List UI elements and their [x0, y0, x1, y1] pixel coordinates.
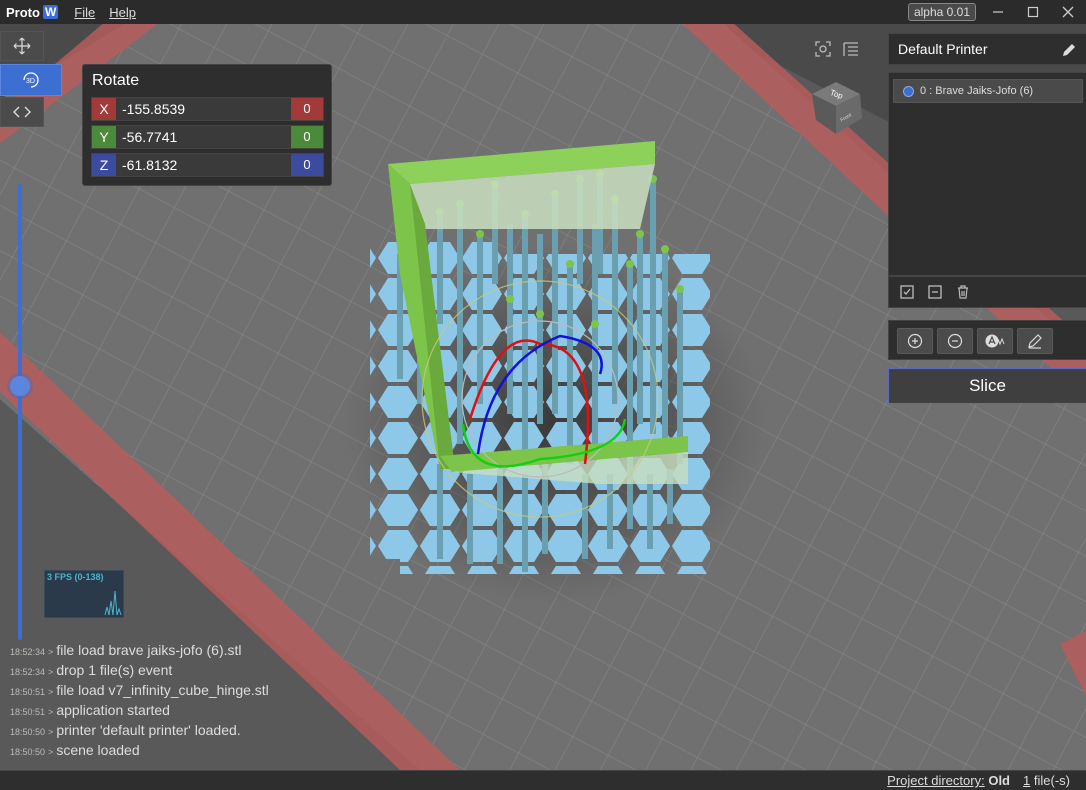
rotate-3d-icon: 3D: [23, 72, 39, 88]
close-button[interactable]: [1050, 0, 1086, 24]
edit-object-button[interactable]: [1017, 328, 1053, 354]
close-icon: [1062, 6, 1074, 18]
log-entry: 18:52:34 > file load brave jaiks-jofo (6).…: [10, 642, 242, 658]
log-entry: 18:50:50 > printer 'default printer' loade…: [10, 722, 241, 738]
check-square-icon[interactable]: [899, 284, 915, 300]
project-dir-value: Old: [988, 773, 1010, 788]
trash-icon[interactable]: [955, 284, 971, 300]
rotate-x-row: X -155.8539 0: [91, 97, 324, 121]
object-list: 0 : Brave Jaiks-Jofo (6): [888, 72, 1086, 276]
log-entry: 18:50:51 > application started: [10, 702, 170, 718]
auto-arrange-icon: [985, 334, 1005, 348]
title-bar: Proto W File Help alpha 0.01: [0, 0, 1086, 24]
menu-file[interactable]: File: [74, 5, 95, 20]
fps-graph: [104, 590, 122, 616]
slice-button[interactable]: Slice: [888, 368, 1086, 404]
rotate-tool-button[interactable]: 3D: [0, 64, 62, 96]
zoom-in-icon: [907, 333, 923, 349]
object-select-radio[interactable]: [903, 86, 914, 97]
focus-button[interactable]: [814, 40, 832, 58]
project-directory[interactable]: Project directory: Old: [887, 773, 1010, 788]
svg-text:3D: 3D: [26, 78, 35, 85]
log-entry: 18:50:50 > scene loaded: [10, 742, 140, 758]
rotate-panel: Rotate X -155.8539 0 Y -56.7741 0 Z -61.…: [82, 64, 332, 186]
axis-y-input[interactable]: -56.7741: [122, 126, 177, 148]
app-window: Proto W File Help alpha 0.01 3D Rotate X…: [0, 0, 1086, 790]
event-log: 18:52:34 > file load brave jaiks-jofo (6).…: [10, 642, 310, 762]
rotate-z-row: Z -61.8132 0: [91, 153, 324, 177]
object-actions: [888, 320, 1086, 360]
code-icon: [13, 106, 31, 118]
object-label: 0 : Brave Jaiks-Jofo (6): [920, 85, 1034, 97]
axis-x-reset-button[interactable]: 0: [291, 98, 323, 120]
axis-z-input[interactable]: -61.8132: [122, 154, 177, 176]
status-bar: Project directory: Old 1 file(-s): [0, 770, 1086, 790]
layer-slider-thumb[interactable]: [10, 376, 30, 396]
move-tool-button[interactable]: [0, 31, 44, 61]
rotate-title: Rotate: [92, 72, 140, 89]
project-dir-label: Project directory:: [887, 773, 985, 788]
object-list-item[interactable]: 0 : Brave Jaiks-Jofo (6): [893, 79, 1083, 103]
file-count: 1 file(-s): [1023, 773, 1070, 788]
list-view-button[interactable]: [842, 40, 860, 58]
log-entry: 18:50:51 > file load v7_infinity_cube_hing…: [10, 682, 269, 698]
pencil-icon: [1028, 334, 1042, 349]
zoom-out-button[interactable]: [937, 328, 973, 354]
version-badge: alpha 0.01: [907, 3, 976, 21]
code-tool-button[interactable]: [0, 97, 44, 127]
file-count-value: 1: [1023, 773, 1031, 788]
layer-slider-track[interactable]: [18, 184, 22, 640]
focus-icon: [815, 41, 831, 57]
axis-x-label: X: [92, 98, 116, 120]
app-logo: Proto W: [0, 4, 59, 20]
fps-monitor: 3 FPS (0-138): [44, 570, 124, 618]
minus-square-icon[interactable]: [927, 284, 943, 300]
minimize-icon: [993, 11, 1003, 13]
axis-z-label: Z: [92, 154, 116, 176]
printer-name: Default Printer: [898, 41, 988, 57]
maximize-button[interactable]: [1015, 0, 1051, 24]
printer-header: Default Printer: [888, 33, 1086, 65]
axis-z-reset-button[interactable]: 0: [291, 154, 323, 176]
move-icon: [13, 37, 31, 55]
object-list-tools: [888, 276, 1086, 308]
list-icon: [843, 42, 858, 56]
zoom-out-icon: [947, 333, 963, 349]
menu-help[interactable]: Help: [109, 5, 136, 20]
rotate-y-row: Y -56.7741 0: [91, 125, 324, 149]
app-badge: W: [42, 5, 59, 19]
app-name: Proto: [6, 4, 40, 20]
view-cube[interactable]: Top Front: [806, 76, 870, 140]
axis-x-input[interactable]: -155.8539: [122, 98, 185, 120]
zoom-in-button[interactable]: [897, 328, 933, 354]
file-count-suffix: file(-s): [1033, 773, 1070, 788]
axis-y-reset-button[interactable]: 0: [291, 126, 323, 148]
edit-icon[interactable]: [1061, 42, 1077, 58]
axis-y-label: Y: [92, 126, 116, 148]
log-entry: 18:52:34 > drop 1 file(s) event: [10, 662, 173, 678]
maximize-icon: [1027, 6, 1039, 18]
auto-arrange-button[interactable]: [977, 328, 1013, 354]
minimize-button[interactable]: [980, 0, 1016, 24]
